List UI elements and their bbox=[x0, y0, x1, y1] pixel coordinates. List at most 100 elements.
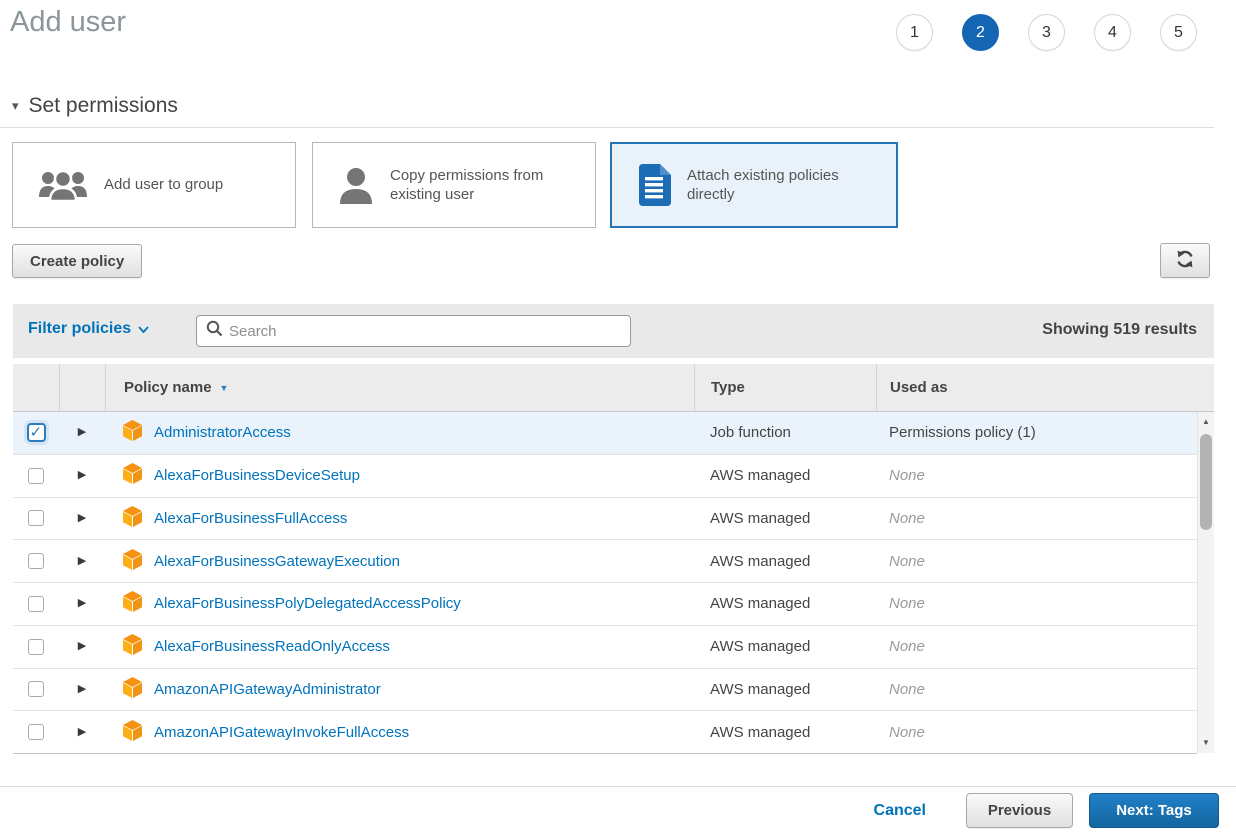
row-checkbox[interactable] bbox=[28, 596, 44, 612]
row-checkbox[interactable] bbox=[27, 423, 46, 442]
policy-used-as: None bbox=[889, 724, 925, 741]
step-3: 3 bbox=[1028, 14, 1065, 51]
option-label: Attach existing policies directly bbox=[687, 166, 872, 205]
next-tags-button[interactable]: Next: Tags bbox=[1089, 793, 1219, 828]
refresh-button[interactable] bbox=[1160, 243, 1210, 278]
table-row: ▶ AlexaForBusinessFullAccess AWS managed… bbox=[13, 498, 1197, 541]
document-icon bbox=[636, 163, 672, 207]
policy-type: AWS managed bbox=[694, 467, 876, 484]
step-1: 1 bbox=[896, 14, 933, 51]
header-scroll-spacer bbox=[1197, 364, 1214, 411]
filter-policies-label: Filter policies bbox=[28, 320, 131, 338]
expand-row-icon[interactable]: ▶ bbox=[78, 684, 86, 695]
caret-down-icon: ▾ bbox=[12, 98, 19, 114]
option-attach-existing-policies[interactable]: Attach existing policies directly bbox=[610, 142, 898, 228]
policy-cube-icon bbox=[123, 420, 142, 445]
refresh-icon bbox=[1175, 249, 1195, 273]
policy-type: AWS managed bbox=[694, 595, 876, 612]
expand-row-icon[interactable]: ▶ bbox=[78, 513, 86, 524]
policy-cube-icon bbox=[123, 677, 142, 702]
footer-divider bbox=[0, 786, 1236, 787]
policy-used-as: None bbox=[889, 510, 925, 527]
scrollbar-up-arrow[interactable]: ▲ bbox=[1198, 414, 1214, 430]
cancel-button[interactable]: Cancel bbox=[874, 802, 926, 820]
expand-row-icon[interactable]: ▶ bbox=[78, 470, 86, 481]
policy-cube-icon bbox=[123, 549, 142, 574]
row-checkbox[interactable] bbox=[28, 724, 44, 740]
wizard-step-indicator: 12345 bbox=[896, 14, 1197, 51]
table-header: Policy name ▼ Type Used as bbox=[13, 364, 1214, 412]
policy-cube-icon bbox=[123, 463, 142, 488]
table-body-wrap: ▶ AdministratorAccess Job function Permi… bbox=[13, 412, 1214, 754]
row-checkbox[interactable] bbox=[28, 553, 44, 569]
search-box[interactable] bbox=[196, 315, 631, 347]
step-5: 5 bbox=[1160, 14, 1197, 51]
option-label: Copy permissions from existing user bbox=[390, 166, 575, 205]
policy-cube-icon bbox=[123, 591, 142, 616]
policy-name-link[interactable]: AmazonAPIGatewayInvokeFullAccess bbox=[154, 724, 409, 741]
row-checkbox[interactable] bbox=[28, 639, 44, 655]
policy-table-body: ▶ AdministratorAccess Job function Permi… bbox=[13, 412, 1197, 754]
expand-row-icon[interactable]: ▶ bbox=[78, 727, 86, 738]
user-icon bbox=[337, 165, 375, 205]
policy-name-link[interactable]: AlexaForBusinessPolyDelegatedAccessPolic… bbox=[154, 595, 461, 612]
table-row: ▶ AlexaForBusinessPolyDelegatedAccessPol… bbox=[13, 583, 1197, 626]
option-add-user-to-group[interactable]: Add user to group bbox=[12, 142, 296, 228]
policy-cube-icon bbox=[123, 506, 142, 531]
previous-button[interactable]: Previous bbox=[966, 793, 1073, 828]
policy-type: AWS managed bbox=[694, 553, 876, 570]
policy-name-link[interactable]: AlexaForBusinessDeviceSetup bbox=[154, 467, 360, 484]
sort-desc-icon: ▼ bbox=[220, 383, 229, 393]
header-expander-column bbox=[59, 364, 105, 411]
policy-type: Job function bbox=[694, 424, 876, 441]
group-icon bbox=[37, 167, 89, 203]
policy-name-link[interactable]: AdministratorAccess bbox=[154, 424, 291, 441]
expand-row-icon[interactable]: ▶ bbox=[78, 641, 86, 652]
policy-name-link[interactable]: AmazonAPIGatewayAdministrator bbox=[154, 681, 381, 698]
policy-cube-icon bbox=[123, 634, 142, 659]
header-policy-name[interactable]: Policy name ▼ bbox=[105, 364, 694, 411]
expand-row-icon[interactable]: ▶ bbox=[78, 556, 86, 567]
filter-bar: Filter policies Showing 519 results bbox=[13, 304, 1214, 358]
policy-used-as: None bbox=[889, 595, 925, 612]
policy-name-link[interactable]: AlexaForBusinessGatewayExecution bbox=[154, 553, 400, 570]
footer-actions: Cancel Previous Next: Tags bbox=[874, 793, 1219, 828]
policy-used-as: None bbox=[889, 638, 925, 655]
table-row: ▶ AlexaForBusinessGatewayExecution AWS m… bbox=[13, 540, 1197, 583]
search-icon bbox=[197, 320, 223, 342]
policy-used-as: Permissions policy (1) bbox=[889, 424, 1036, 441]
search-input[interactable] bbox=[229, 317, 630, 345]
results-count: Showing 519 results bbox=[1042, 321, 1197, 339]
set-permissions-section-toggle[interactable]: ▾ Set permissions bbox=[12, 94, 178, 118]
expand-row-icon[interactable]: ▶ bbox=[78, 598, 86, 609]
table-row: ▶ AlexaForBusinessReadOnlyAccess AWS man… bbox=[13, 626, 1197, 669]
policy-name-link[interactable]: AlexaForBusinessFullAccess bbox=[154, 510, 347, 527]
policy-used-as: None bbox=[889, 467, 925, 484]
vertical-scrollbar[interactable]: ▲ ▼ bbox=[1197, 412, 1214, 753]
policy-cube-icon bbox=[123, 720, 142, 745]
policy-type: AWS managed bbox=[694, 681, 876, 698]
header-checkbox-column bbox=[13, 364, 59, 411]
policy-used-as: None bbox=[889, 681, 925, 698]
step-2-active: 2 bbox=[962, 14, 999, 51]
option-copy-permissions[interactable]: Copy permissions from existing user bbox=[312, 142, 596, 228]
table-row: ▶ AmazonAPIGatewayAdministrator AWS mana… bbox=[13, 669, 1197, 712]
create-policy-button[interactable]: Create policy bbox=[12, 244, 142, 278]
row-checkbox[interactable] bbox=[28, 510, 44, 526]
table-row: ▶ AdministratorAccess Job function Permi… bbox=[13, 412, 1197, 455]
scrollbar-thumb[interactable] bbox=[1200, 434, 1212, 530]
expand-row-icon[interactable]: ▶ bbox=[78, 427, 86, 438]
scrollbar-down-arrow[interactable]: ▼ bbox=[1198, 735, 1214, 751]
chevron-down-icon bbox=[138, 320, 149, 338]
page-title: Add user bbox=[10, 6, 126, 39]
policy-used-as: None bbox=[889, 553, 925, 570]
permission-option-cards: Add user to group Copy permissions from … bbox=[12, 142, 902, 228]
policy-name-link[interactable]: AlexaForBusinessReadOnlyAccess bbox=[154, 638, 390, 655]
policy-table: Policy name ▼ Type Used as ▶ Administra bbox=[13, 364, 1214, 754]
filter-policies-dropdown[interactable]: Filter policies bbox=[28, 320, 149, 338]
row-checkbox[interactable] bbox=[28, 468, 44, 484]
section-title: Set permissions bbox=[29, 94, 178, 118]
row-checkbox[interactable] bbox=[28, 681, 44, 697]
policy-type: AWS managed bbox=[694, 638, 876, 655]
header-used-as: Used as bbox=[876, 364, 1197, 411]
